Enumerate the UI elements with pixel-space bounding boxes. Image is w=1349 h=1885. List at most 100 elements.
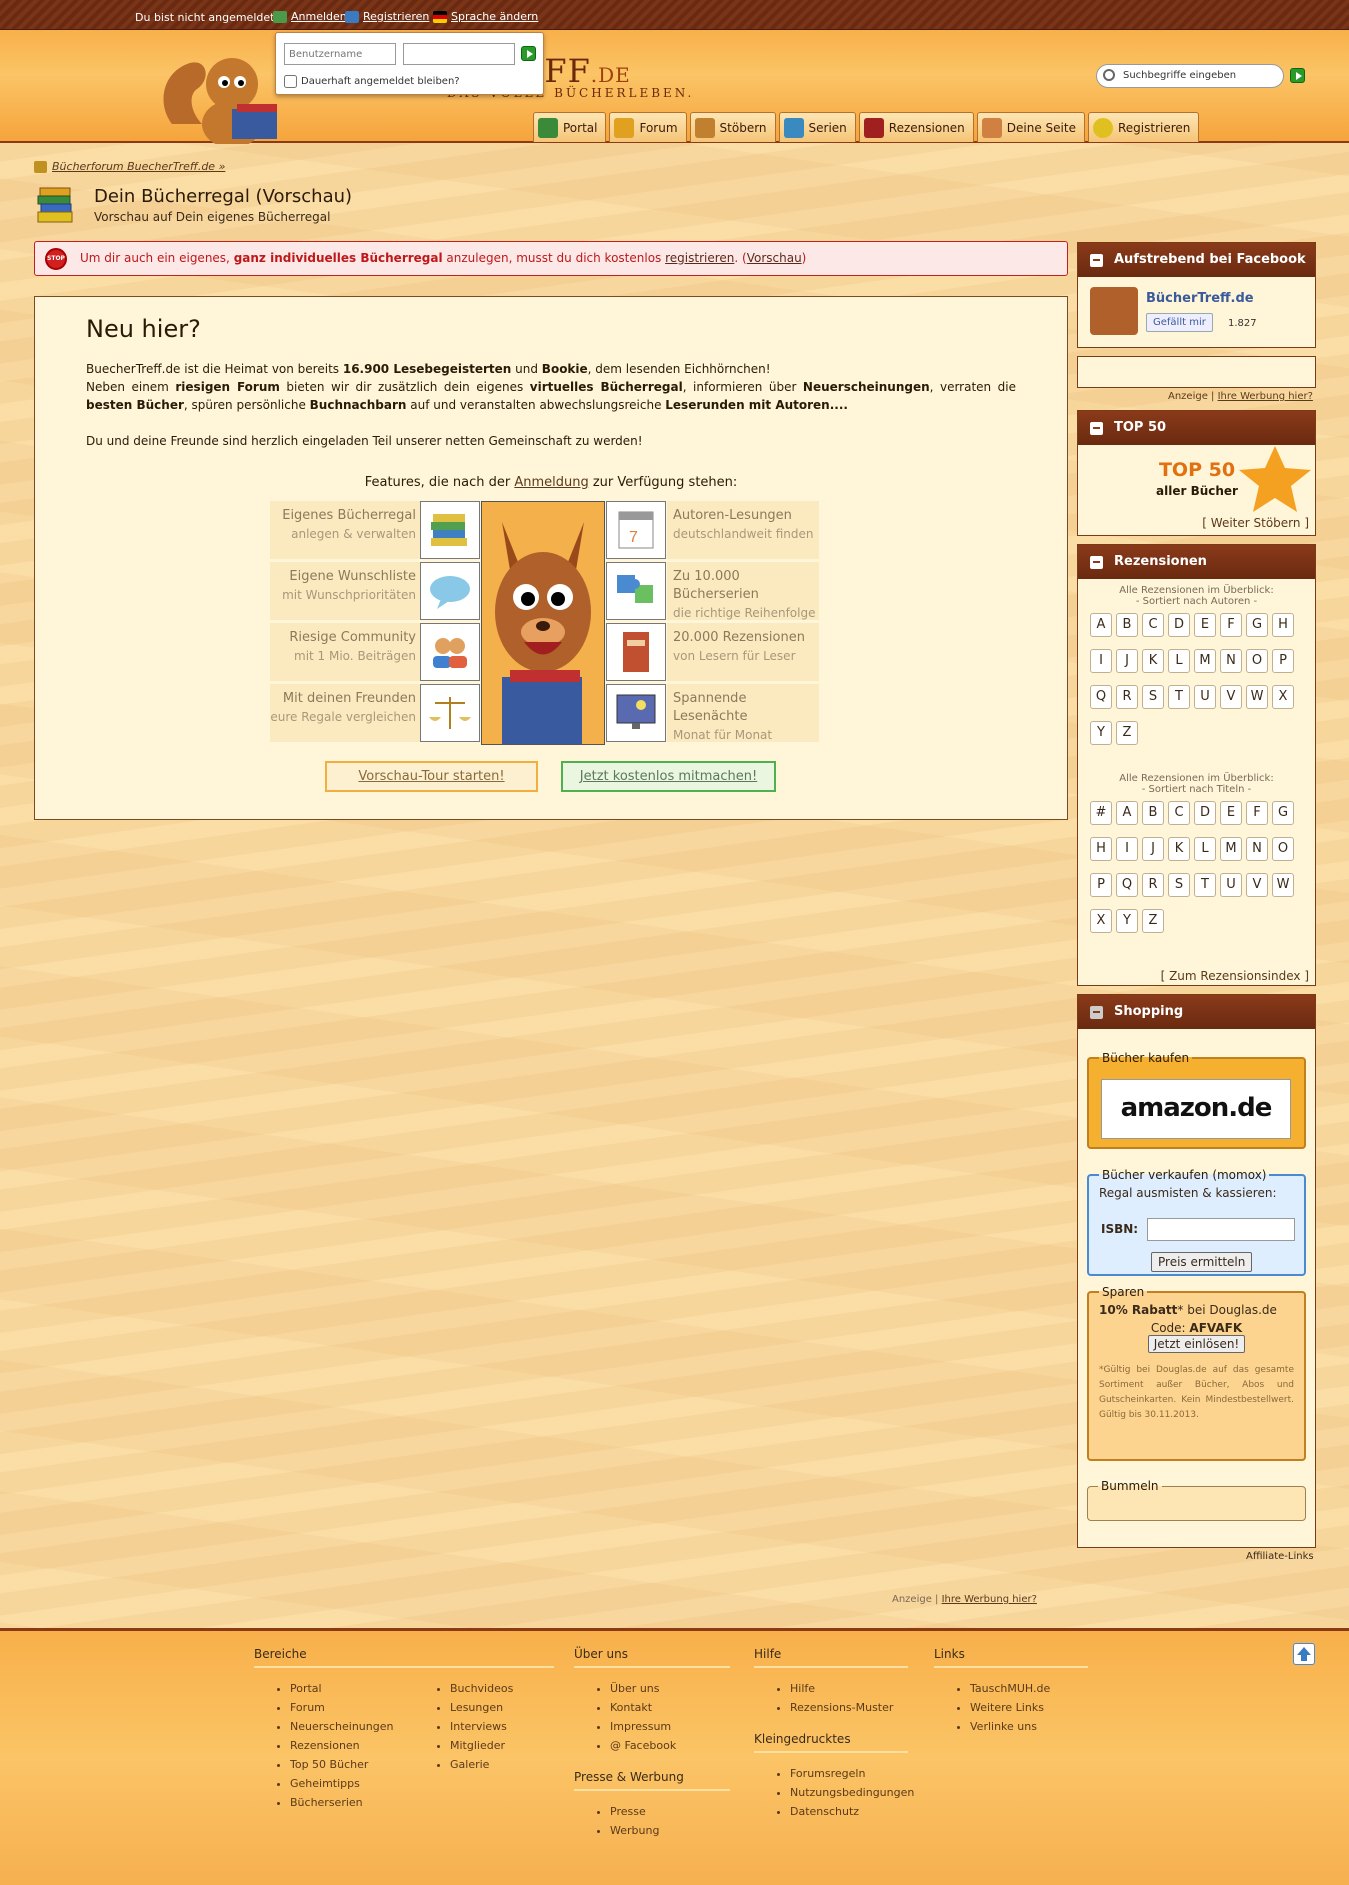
- redeem-button[interactable]: Jetzt einlösen!: [1147, 1335, 1246, 1353]
- author-letter[interactable]: C: [1142, 613, 1164, 637]
- language-link[interactable]: Sprache ändern: [433, 10, 538, 23]
- title-letter[interactable]: W: [1272, 873, 1294, 897]
- top50-small[interactable]: aller Bücher: [1078, 484, 1316, 498]
- author-letter[interactable]: T: [1168, 685, 1190, 709]
- reviews-box-header[interactable]: Rezensionen: [1078, 545, 1315, 579]
- footer-link[interactable]: TauschMUH.de: [970, 1682, 1088, 1695]
- title-letter[interactable]: A: [1116, 801, 1138, 825]
- author-letter[interactable]: Y: [1090, 721, 1112, 745]
- footer-link[interactable]: Buchvideos: [450, 1682, 513, 1695]
- collapse-icon[interactable]: [1090, 422, 1103, 435]
- tab-registrieren[interactable]: Registrieren: [1087, 112, 1200, 142]
- title-letter[interactable]: D: [1194, 801, 1216, 825]
- tab-forum[interactable]: Forum: [609, 112, 687, 142]
- author-letter[interactable]: D: [1168, 613, 1190, 637]
- collapse-icon[interactable]: [1090, 254, 1103, 267]
- title-letter[interactable]: M: [1220, 837, 1242, 861]
- author-letter[interactable]: X: [1272, 685, 1294, 709]
- author-letter[interactable]: P: [1272, 649, 1294, 673]
- footer-link[interactable]: Über uns: [610, 1682, 730, 1695]
- footer-link[interactable]: Rezensions-Muster: [790, 1701, 908, 1714]
- login-submit-button[interactable]: [521, 46, 536, 61]
- title-letter[interactable]: R: [1142, 873, 1164, 897]
- author-letter[interactable]: H: [1272, 613, 1294, 637]
- title-letter[interactable]: K: [1168, 837, 1190, 861]
- author-letter[interactable]: B: [1116, 613, 1138, 637]
- author-letter[interactable]: V: [1220, 685, 1242, 709]
- footer-link[interactable]: Hilfe: [790, 1682, 908, 1695]
- author-letter[interactable]: M: [1194, 649, 1216, 673]
- author-letter[interactable]: A: [1090, 613, 1112, 637]
- author-letter[interactable]: L: [1168, 649, 1190, 673]
- footer-link[interactable]: Interviews: [450, 1720, 513, 1733]
- title-letter[interactable]: O: [1272, 837, 1294, 861]
- title-letter[interactable]: V: [1246, 873, 1268, 897]
- author-letter[interactable]: J: [1116, 649, 1138, 673]
- breadcrumb[interactable]: Bücherforum BuecherTreff.de »: [34, 160, 225, 173]
- footer-link[interactable]: Portal: [290, 1682, 414, 1695]
- tab-portal[interactable]: Portal: [533, 112, 607, 142]
- footer-link[interactable]: Kontakt: [610, 1701, 730, 1714]
- footer-link[interactable]: Lesungen: [450, 1701, 513, 1714]
- start-tour-button[interactable]: Vorschau-Tour starten!: [325, 761, 538, 792]
- title-letter[interactable]: N: [1246, 837, 1268, 861]
- title-letter[interactable]: F: [1246, 801, 1268, 825]
- footer-link[interactable]: Rezensionen: [290, 1739, 414, 1752]
- title-letter[interactable]: Z: [1142, 909, 1164, 933]
- footer-link[interactable]: Weitere Links: [970, 1701, 1088, 1714]
- author-letter[interactable]: G: [1246, 613, 1268, 637]
- facebook-like-button[interactable]: Gefällt mir: [1146, 313, 1213, 332]
- footer-link[interactable]: Impressum: [610, 1720, 730, 1733]
- title-letter[interactable]: Q: [1116, 873, 1138, 897]
- footer-link[interactable]: Mitglieder: [450, 1739, 513, 1752]
- author-letter[interactable]: O: [1246, 649, 1268, 673]
- scroll-to-top-icon[interactable]: [1293, 1643, 1315, 1665]
- price-check-button[interactable]: Preis ermitteln: [1151, 1252, 1253, 1272]
- title-letter[interactable]: E: [1220, 801, 1242, 825]
- tab-serien[interactable]: Serien: [778, 112, 856, 142]
- title-letter[interactable]: C: [1168, 801, 1190, 825]
- title-letter[interactable]: I: [1116, 837, 1138, 861]
- title-letter[interactable]: T: [1194, 873, 1216, 897]
- footer-link[interactable]: Presse: [610, 1805, 730, 1818]
- title-letter[interactable]: L: [1194, 837, 1216, 861]
- amazon-logo[interactable]: amazon.de: [1101, 1079, 1291, 1139]
- advertise-link[interactable]: Ihre Werbung hier?: [1218, 391, 1313, 402]
- password-input[interactable]: [403, 43, 515, 65]
- register-link-alert[interactable]: registrieren: [665, 251, 734, 265]
- title-letter[interactable]: Y: [1116, 909, 1138, 933]
- footer-link[interactable]: Galerie: [450, 1758, 513, 1771]
- facebook-page-link[interactable]: BücherTreff.de: [1146, 291, 1254, 306]
- reviews-index-link[interactable]: [ Zum Rezensionsindex ]: [1161, 969, 1309, 983]
- title-letter[interactable]: B: [1142, 801, 1164, 825]
- author-letter[interactable]: W: [1246, 685, 1268, 709]
- footer-link[interactable]: Forumsregeln: [790, 1767, 908, 1780]
- bottom-advertise-link[interactable]: Ihre Werbung hier?: [942, 1594, 1037, 1605]
- username-input[interactable]: [284, 43, 396, 65]
- preview-link[interactable]: Vorschau: [747, 251, 802, 265]
- author-letter[interactable]: K: [1142, 649, 1164, 673]
- title-letter[interactable]: G: [1272, 801, 1294, 825]
- title-letter[interactable]: X: [1090, 909, 1112, 933]
- isbn-input[interactable]: [1147, 1218, 1295, 1241]
- author-letter[interactable]: R: [1116, 685, 1138, 709]
- title-letter[interactable]: S: [1168, 873, 1190, 897]
- top50-more-link[interactable]: [ Weiter Stöbern ]: [1202, 516, 1309, 530]
- title-letter[interactable]: U: [1220, 873, 1242, 897]
- top50-big[interactable]: TOP 50: [1078, 459, 1316, 481]
- title-letter[interactable]: J: [1142, 837, 1164, 861]
- author-letter[interactable]: E: [1194, 613, 1216, 637]
- author-letter[interactable]: F: [1220, 613, 1242, 637]
- footer-link[interactable]: Neuerscheinungen: [290, 1720, 414, 1733]
- footer-link[interactable]: Forum: [290, 1701, 414, 1714]
- footer-link[interactable]: Datenschutz: [790, 1805, 908, 1818]
- footer-link[interactable]: Top 50 Bücher: [290, 1758, 414, 1771]
- footer-link[interactable]: Bücherserien: [290, 1796, 414, 1809]
- remember-me[interactable]: Dauerhaft angemeldet bleiben?: [284, 75, 460, 88]
- register-link[interactable]: Registrieren: [345, 10, 429, 23]
- shopping-box-header[interactable]: Shopping: [1078, 995, 1315, 1029]
- title-letter[interactable]: P: [1090, 873, 1112, 897]
- search-submit-button[interactable]: [1290, 68, 1305, 83]
- footer-link[interactable]: Werbung: [610, 1824, 730, 1837]
- footer-link[interactable]: Verlinke uns: [970, 1720, 1088, 1733]
